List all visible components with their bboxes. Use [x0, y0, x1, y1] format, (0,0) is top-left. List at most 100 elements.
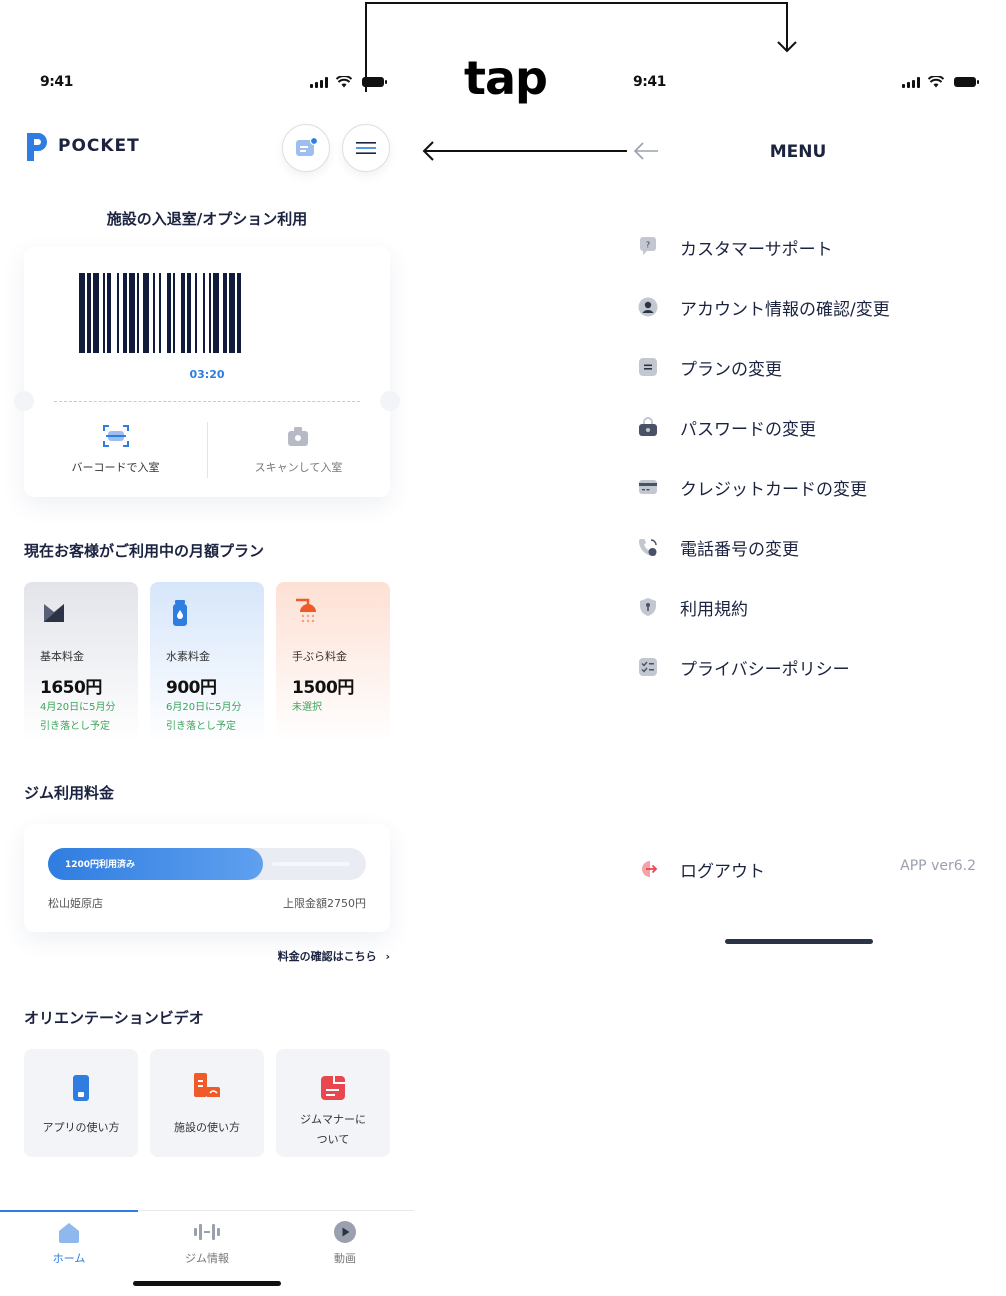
barcode-entry-button[interactable]: バーコードで入室 — [24, 417, 207, 483]
usage-label: 1200円利用済み — [65, 860, 136, 870]
video-section-title: オリエンテーションビデオ — [24, 1009, 204, 1027]
plan-label: 水素料金 — [166, 650, 210, 663]
logout-label: ログアウト — [680, 862, 765, 882]
video-label: ついて — [316, 1133, 350, 1146]
shower-icon — [296, 598, 316, 623]
tap-label: tap — [464, 51, 548, 105]
fee-limit: 上限金額2750円 — [283, 897, 366, 910]
plan-price: 1500円 — [292, 678, 354, 698]
signal-icon — [902, 77, 920, 88]
scan-entry-button[interactable]: スキャンして入室 — [207, 417, 390, 483]
basic-plan-icon — [44, 604, 64, 622]
camera-icon — [288, 427, 308, 446]
hamburger-menu-button[interactable] — [342, 124, 390, 172]
menu-item-account[interactable]: アカウント情報の確認/変更 — [636, 290, 976, 324]
status-time: 9:41 — [633, 74, 666, 90]
video-label: アプリの使い方 — [42, 1121, 120, 1134]
barcode-timer: 03:20 — [189, 368, 225, 381]
wifi-icon — [336, 76, 352, 88]
barcode-image — [79, 273, 241, 353]
credit-card-icon — [639, 480, 657, 494]
ticket-notch-right — [380, 391, 400, 411]
video-card-app[interactable]: アプリの使い方 — [24, 1049, 138, 1157]
entry-section-title: 施設の入退室/オプション利用 — [106, 210, 308, 228]
nav-video-label: 動画 — [334, 1252, 356, 1265]
barcode-scan-icon — [103, 425, 129, 447]
scan-entry-label: スキャンして入室 — [254, 461, 343, 474]
video-label: 施設の使い方 — [174, 1121, 240, 1134]
manners-icon — [321, 1076, 345, 1100]
signal-icon — [310, 77, 328, 88]
plans-section-title: 現在お客様がご利用中の月額プラン — [24, 542, 265, 560]
shield-icon — [640, 598, 656, 616]
logout-icon — [642, 861, 658, 877]
brand-name: POCKET — [58, 136, 140, 156]
home-screen: 9:41 POCKET 施設の入退室/オプション利用 03:20 バーコードで入… — [0, 0, 414, 1295]
plan-label: 手ぶら料金 — [292, 650, 347, 663]
hydrogen-water-icon — [173, 600, 187, 626]
plan-card-basic[interactable]: 基本料金 1650円 4月20日に5月分 引き落とし予定 — [24, 582, 138, 742]
menu-item-privacy[interactable]: プライバシーポリシー — [636, 650, 976, 684]
checklist-icon — [639, 658, 657, 676]
menu-item-terms[interactable]: 利用規約 — [636, 590, 976, 624]
phone-call-icon — [639, 539, 657, 556]
fee-details-link-label: 料金の確認はこちら — [277, 950, 377, 963]
menu-item-phone-number[interactable]: 電話番号の変更 — [636, 530, 976, 564]
video-card-manners[interactable]: ジムマナーに ついて — [276, 1049, 390, 1157]
menu-item-label: プランの変更 — [680, 360, 782, 380]
nav-gym-info[interactable]: ジム情報 — [138, 1211, 276, 1271]
logout-button[interactable]: ログアウト — [636, 852, 856, 886]
video-card-facility[interactable]: 施設の使い方 — [150, 1049, 264, 1157]
usage-progress-track: 1200円利用済み — [48, 848, 366, 880]
menu-title: MENU — [769, 142, 827, 162]
status-time: 9:41 — [40, 74, 73, 90]
plan-label: 基本料金 — [40, 650, 84, 663]
menu-item-customer-support[interactable]: ? カスタマーサポート — [636, 230, 976, 264]
plan-note: 4月20日に5月分 — [40, 702, 116, 713]
store-name: 松山姫原店 — [48, 897, 103, 910]
nav-gym-info-label: ジム情報 — [185, 1252, 229, 1265]
plan-card-towel[interactable]: 手ぶら料金 1500円 未選択 — [276, 582, 390, 742]
notification-button[interactable] — [282, 124, 330, 172]
menu-item-credit-card[interactable]: クレジットカードの変更 — [636, 470, 976, 504]
home-indicator — [133, 1281, 281, 1286]
menu-item-label: クレジットカードの変更 — [680, 480, 867, 500]
video-label: ジムマナーに — [300, 1113, 366, 1126]
battery-icon — [362, 77, 387, 87]
home-icon — [59, 1223, 79, 1243]
lock-icon — [639, 417, 657, 436]
ticket-divider — [54, 401, 360, 402]
plan-note: 6月20日に5月分 — [166, 702, 242, 713]
menu-item-plan[interactable]: プランの変更 — [636, 350, 976, 384]
menu-item-password[interactable]: パスワードの変更 — [636, 410, 976, 444]
fee-details-link[interactable]: 料金の確認はこちら › — [278, 948, 390, 964]
menu-item-label: パスワードの変更 — [680, 420, 816, 440]
menu-item-label: アカウント情報の確認/変更 — [680, 300, 890, 320]
nav-home-label: ホーム — [52, 1252, 86, 1265]
plan-note: 引き落とし予定 — [166, 721, 236, 732]
menu-item-label: カスタマーサポート — [680, 240, 833, 260]
menu-item-label: プライバシーポリシー — [680, 660, 850, 680]
support-icon: ? — [640, 237, 656, 255]
gym-fee-card: 1200円利用済み 松山姫原店 上限金額2750円 — [24, 824, 390, 932]
app-version: APP ver6.2 — [900, 858, 976, 874]
menu-item-label: 利用規約 — [680, 600, 748, 620]
back-button[interactable] — [630, 138, 662, 164]
back-arrow-icon — [633, 142, 658, 160]
notification-card-icon — [296, 137, 318, 156]
menu-item-label: 電話番号の変更 — [680, 540, 799, 560]
nav-home[interactable]: ホーム — [0, 1211, 138, 1271]
usage-progress-fill: 1200円利用済み — [48, 848, 263, 880]
ticket-notch-left — [14, 391, 34, 411]
nav-video[interactable]: 動画 — [276, 1211, 414, 1271]
wifi-icon — [928, 76, 944, 88]
plan-icon — [639, 358, 657, 376]
phone-icon — [73, 1075, 89, 1101]
barcode-entry-label: バーコードで入室 — [71, 461, 160, 474]
pocket-logo-icon — [27, 133, 47, 161]
plan-card-hydrogen[interactable]: 水素料金 900円 6月20日に5月分 引き落とし予定 — [150, 582, 264, 742]
chevron-right-icon: › — [385, 950, 390, 963]
plan-note: 未選択 — [292, 702, 322, 713]
plan-price: 900円 — [166, 678, 217, 698]
plan-note: 引き落とし予定 — [40, 721, 110, 732]
